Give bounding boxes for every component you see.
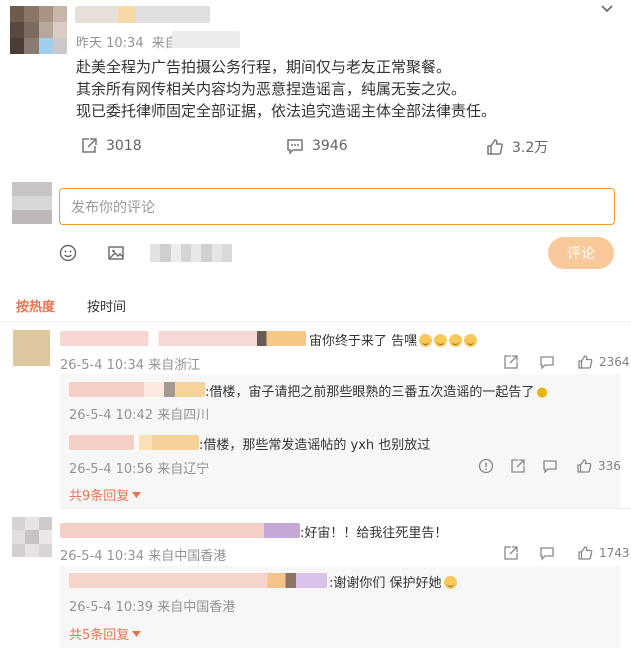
post-line-1: 赴美全程为广告拍摄公务行程，期间仅与老友正常聚餐。 xyxy=(76,58,452,76)
repost-count: 3018 xyxy=(106,138,142,154)
tab-sort-time[interactable]: 按时间 xyxy=(87,296,126,315)
current-user-avatar xyxy=(12,182,52,224)
repost-icon xyxy=(80,137,98,155)
comment-avatar[interactable] xyxy=(12,517,52,557)
like-icon xyxy=(577,354,593,370)
comment-icon xyxy=(286,137,304,155)
reply-actions: 336 xyxy=(478,458,621,474)
reply-meta: 26-5-4 10:56 来自辽宁 xyxy=(69,462,210,477)
report-icon[interactable] xyxy=(478,458,494,474)
reply-username-redacted[interactable] xyxy=(69,382,205,397)
share-icon[interactable] xyxy=(503,545,519,561)
reply-like-button[interactable]: 336 xyxy=(576,458,621,474)
comment-like-button[interactable]: 1743 xyxy=(577,545,630,561)
caret-down-icon xyxy=(132,630,142,637)
reply-username-redacted[interactable] xyxy=(69,573,327,588)
reply-text: :谢谢你们 保护好她 xyxy=(329,572,457,591)
like-count: 3.2万 xyxy=(512,140,549,156)
share-icon[interactable] xyxy=(503,354,519,370)
share-icon[interactable] xyxy=(510,458,526,474)
reply-meta: 26-5-4 10:42 来自四川 xyxy=(69,408,210,423)
comment-avatar[interactable] xyxy=(13,330,50,366)
comment-input[interactable]: 发布你的评论 xyxy=(59,188,615,225)
post-meta: 昨天 10:34 来自 xyxy=(76,32,178,51)
reply-text: :借楼，宙子请把之前那些眼熟的三番五次造谣的一起告了 ● xyxy=(205,385,548,400)
grin-emoji-icon xyxy=(449,334,463,347)
comment-input-placeholder: 发布你的评论 xyxy=(71,199,155,216)
comment-username-redacted[interactable] xyxy=(60,523,300,538)
lightbulb-emoji-icon: ● xyxy=(536,385,548,400)
post-line-3: 现已委托律师固定全部证据，依法追究造谣主体全部法律责任。 xyxy=(76,102,497,120)
reply-icon[interactable] xyxy=(542,458,558,474)
post-username-redacted[interactable] xyxy=(75,6,210,23)
grin-emoji-icon xyxy=(464,334,478,347)
emoji-icon[interactable] xyxy=(58,243,78,263)
grin-emoji-icon xyxy=(419,334,433,347)
cat-emoji-icon xyxy=(443,576,457,589)
comment-count: 3946 xyxy=(312,138,348,154)
like-icon xyxy=(576,458,592,474)
like-icon xyxy=(577,545,593,561)
chevron-down-icon[interactable] xyxy=(600,2,614,16)
more-replies-link[interactable]: 共5条回复 xyxy=(69,624,142,643)
comments-divider xyxy=(0,321,631,322)
comment-divider xyxy=(60,508,631,509)
comment-meta: 26-5-4 10:34 来自中国香港 xyxy=(60,549,227,564)
comment-text: 宙你终于来了 告嘿 xyxy=(309,330,478,349)
reply-meta: 26-5-4 10:39 来自中国香港 xyxy=(69,600,236,615)
post-avatar[interactable] xyxy=(10,6,67,54)
comment-button[interactable]: 3946 xyxy=(286,137,348,155)
repost-button[interactable]: 3018 xyxy=(80,137,142,155)
post-timestamp: 昨天 10:34 xyxy=(76,36,144,51)
comment-username-redacted[interactable] xyxy=(60,331,306,346)
post-source-redacted xyxy=(172,31,240,48)
composer-option-redacted[interactable] xyxy=(150,244,232,262)
more-replies-link[interactable]: 共9条回复 xyxy=(69,485,142,504)
post-line-2: 其余所有网传相关内容均为恶意捏造谣言，纯属无妄之灾。 xyxy=(76,80,467,98)
comment-like-count: 2364 xyxy=(599,355,630,369)
tab-sort-hot[interactable]: 按热度 xyxy=(16,296,55,315)
comment-actions: 1743 xyxy=(503,545,630,561)
reply-icon[interactable] xyxy=(539,354,555,370)
comment-text: :好宙！！给我往死里告！ xyxy=(300,526,448,541)
reply-text: :借楼，那些常发造谣帖的 yxh 也别放过 xyxy=(199,438,431,453)
image-icon[interactable] xyxy=(106,243,126,263)
grin-emoji-icon xyxy=(434,334,448,347)
comment-like-count: 1743 xyxy=(599,546,630,560)
like-icon xyxy=(486,138,504,156)
send-comment-button[interactable]: 评论 xyxy=(548,237,614,269)
comment-actions: 2364 xyxy=(503,354,630,370)
like-button[interactable]: 3.2万 xyxy=(486,137,548,157)
reply-icon[interactable] xyxy=(539,545,555,561)
caret-down-icon xyxy=(132,491,142,498)
post-body: 赴美全程为广告拍摄公务行程，期间仅与老友正常聚餐。 其余所有网传相关内容均为恶意… xyxy=(76,56,596,122)
reply-username-redacted[interactable] xyxy=(69,435,199,450)
comment-meta: 26-5-4 10:34 来自浙江 xyxy=(60,358,201,373)
comment-like-button[interactable]: 2364 xyxy=(577,354,630,370)
reply-like-count: 336 xyxy=(598,459,621,473)
